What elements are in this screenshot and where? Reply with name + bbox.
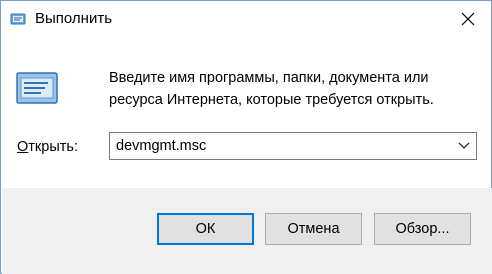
instructions-line-2: ресурса Интернета, которые требуется отк… xyxy=(109,92,434,108)
open-label-mnemonic: О xyxy=(17,139,29,155)
instructions-line-1: Введите имя программы, папки, документа … xyxy=(109,70,429,86)
run-icon xyxy=(16,72,58,104)
run-dialog-window: Выполнить Введите имя программы, папки, … xyxy=(0,0,492,274)
title-bar[interactable]: Выполнить xyxy=(1,1,491,37)
open-input[interactable]: devmgmt.msc xyxy=(116,138,206,154)
open-label: Открыть: xyxy=(17,139,78,155)
close-icon xyxy=(461,12,475,26)
open-combobox[interactable]: devmgmt.msc xyxy=(109,132,477,160)
run-app-icon xyxy=(10,13,26,25)
instructions-text: Введите имя программы, папки, документа … xyxy=(109,67,479,111)
chevron-down-icon[interactable] xyxy=(458,141,470,151)
cancel-button[interactable]: Отмена xyxy=(265,213,362,245)
window-title: Выполнить xyxy=(35,10,113,27)
open-label-text: ткрыть: xyxy=(28,139,78,155)
browse-button[interactable]: Обзор... xyxy=(374,213,471,245)
close-button[interactable] xyxy=(445,1,491,37)
ok-button[interactable]: ОК xyxy=(157,213,254,245)
